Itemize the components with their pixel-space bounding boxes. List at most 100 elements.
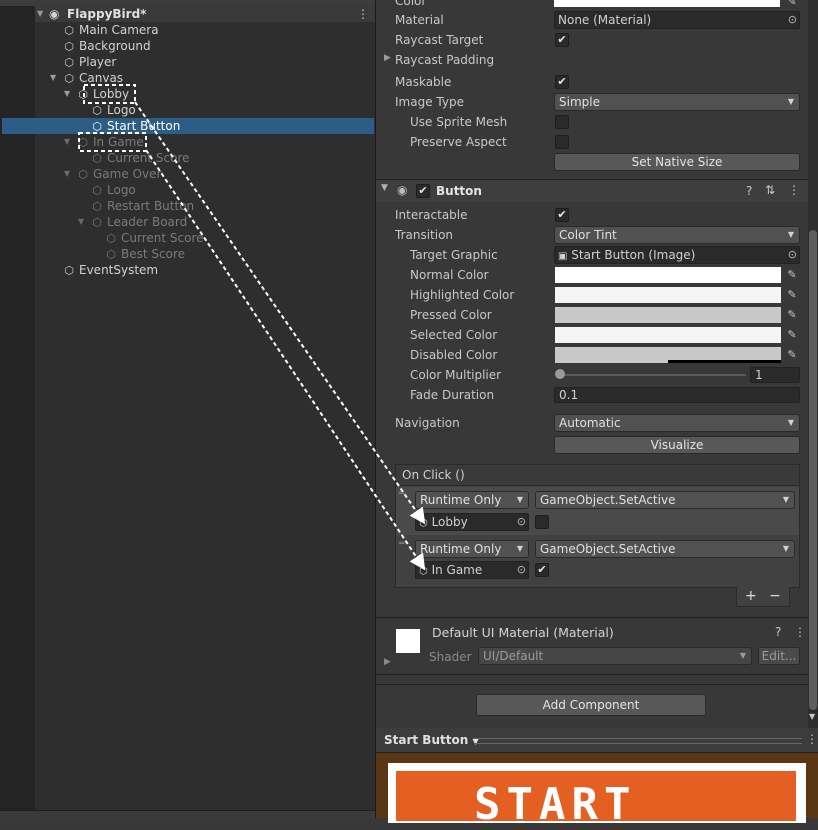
hierarchy-panel: ▼ ◉ FlappyBird* ⋮ ⬡ Main Camera ⬡ Backgrou… [0,0,375,819]
hierarchy-item-logo-2[interactable]: ⬡ Logo [90,182,136,198]
transition-value: Color Tint [559,228,617,242]
eyedropper-icon[interactable]: ✎ [784,327,800,343]
eyedropper-icon[interactable]: ✎ [784,267,800,283]
presets-icon[interactable]: ⇅ [765,183,775,197]
color-swatch[interactable] [554,0,780,7]
object-picker-icon[interactable]: ⊙ [517,514,526,530]
maskable-checkbox[interactable]: ✔ [555,75,569,89]
argument-checkbox[interactable] [535,515,549,529]
fade-duration-field[interactable]: 0.1 [554,387,800,403]
expand-triangle-icon[interactable]: ▼ [50,70,56,86]
hierarchy-item-leader-board[interactable]: ▼ ⬡ Leader Board [78,214,187,230]
item-label: Current Score [107,151,190,165]
selected-color-swatch[interactable] [555,327,781,343]
button-component-header[interactable]: ▼ ◉ ✔ Button ? ⇅ ⋮ [376,180,808,202]
use-sprite-mesh-checkbox[interactable] [555,115,569,129]
drag-handle-icon[interactable]: ═ [399,489,404,499]
runtime-mode-dropdown[interactable]: Runtime Only ▼ [415,491,529,509]
expand-triangle-icon[interactable]: ▼ [64,166,70,182]
slider-track[interactable] [560,374,746,376]
component-separator [376,617,808,618]
onclick-entry[interactable]: ═ Runtime Only ▼ GameObject.SetActive ▼ ⬡ … [396,537,799,583]
eyedropper-icon[interactable]: ✎ [784,0,800,10]
foldout-triangle-icon[interactable]: ▼ [381,183,388,193]
selected-color-label: Selected Color [410,328,498,342]
button-enabled-checkbox[interactable]: ✔ [416,184,430,198]
hierarchy-item-canvas[interactable]: ▼ ⬡ Canvas [50,70,123,86]
expand-triangle-icon[interactable]: ▼ [78,214,84,230]
object-picker-icon[interactable]: ⊙ [788,247,797,263]
preserve-aspect-checkbox[interactable] [555,135,569,149]
onclick-event-list: On Click () ═ Runtime Only ▼ GameObject.S… [395,464,800,588]
target-object-field[interactable]: ⬡ In Game ⊙ [415,561,529,579]
expand-triangle-icon[interactable]: ▼ [64,134,70,150]
hierarchy-item-main-camera[interactable]: ⬡ Main Camera [62,22,158,38]
object-picker-icon[interactable]: ⊙ [788,12,797,28]
eyedropper-icon[interactable]: ✎ [784,307,800,323]
set-native-size-button[interactable]: Set Native Size [554,153,800,171]
onclick-entry[interactable]: ═ Runtime Only ▼ GameObject.SetActive ▼ ⬡ … [396,487,799,535]
eyedropper-icon[interactable]: ✎ [784,347,800,363]
function-dropdown[interactable]: GameObject.SetActive ▼ [535,540,795,558]
scroll-down-arrow-icon[interactable]: ▼ [809,712,815,721]
runtime-mode-dropdown[interactable]: Runtime Only ▼ [415,540,529,558]
hierarchy-item-logo[interactable]: ⬡ Logo [90,102,136,118]
raycast-padding-label[interactable]: Raycast Padding [395,53,494,67]
scene-row[interactable]: ▼ ◉ FlappyBird* ⋮ [35,6,375,22]
raycast-target-checkbox[interactable]: ✔ [555,33,569,47]
transition-dropdown[interactable]: Color Tint ▼ [554,226,800,244]
remove-entry-button[interactable]: − [769,588,781,604]
object-picker-icon[interactable]: ⊙ [517,562,526,578]
more-vert-icon[interactable]: ⋮ [806,732,818,746]
hierarchy-item-start-button[interactable]: ⬡ Start Button [2,118,374,134]
color-label: Color [395,0,427,8]
interactable-checkbox[interactable]: ✔ [555,208,569,222]
hierarchy-item-in-game[interactable]: ▼ ⬡ In Game [64,134,144,150]
drag-handle-icon[interactable]: ═ [399,539,404,549]
hierarchy-item-lobby[interactable]: ▼ ⬡ Lobby [64,86,129,102]
button-component-title: Button [436,184,482,198]
hierarchy-item-best-score[interactable]: ⬡ Best Score [104,246,185,262]
shader-dropdown[interactable]: UI/Default ▼ [478,647,752,665]
hierarchy-item-current-score-2[interactable]: ⬡ Current Score [104,230,203,246]
slider-thumb[interactable] [555,369,565,379]
image-icon: ▣ [558,251,568,262]
image-type-dropdown[interactable]: Simple ▼ [554,93,800,111]
help-icon[interactable]: ? [746,184,752,198]
more-vert-icon[interactable]: ⋮ [788,183,800,197]
visualize-button[interactable]: Visualize [554,436,800,454]
target-graphic-field[interactable]: ▣ Start Button (Image) ⊙ [554,246,800,264]
color-multiplier-field[interactable]: 1 [750,367,800,383]
normal-color-swatch[interactable] [555,267,781,283]
add-component-button[interactable]: Add Component [476,694,706,716]
hierarchy-item-eventsystem[interactable]: ⬡ EventSystem [62,262,158,278]
expand-triangle-icon[interactable]: ▼ [37,6,43,22]
pressed-color-swatch[interactable] [555,307,781,323]
argument-checkbox[interactable]: ✔ [535,563,549,577]
expand-triangle-icon[interactable]: ▼ [64,86,70,102]
add-entry-button[interactable]: + [745,588,757,604]
function-dropdown[interactable]: GameObject.SetActive ▼ [535,491,795,509]
foldout-triangle-icon[interactable]: ▶ [384,53,391,63]
dropdown-arrow-icon: ▼ [782,495,789,504]
hierarchy-item-current-score[interactable]: ⬡ Current Score [90,150,190,166]
help-icon[interactable]: ? [775,625,781,639]
hierarchy-item-restart-button[interactable]: ⬡ Restart Button [90,198,194,214]
gameobject-icon: ⬡ [64,40,74,53]
target-object-field[interactable]: ⬡ Lobby ⊙ [415,513,529,531]
shader-edit-button[interactable]: Edit... [758,647,800,665]
scrollbar-thumb[interactable] [809,230,817,710]
material-field[interactable]: None (Material) ⊙ [554,11,800,29]
hierarchy-item-background[interactable]: ⬡ Background [62,38,150,54]
eyedropper-icon[interactable]: ✎ [784,287,800,303]
preview-title-dropdown[interactable]: Start Button ▼ [384,733,479,747]
hierarchy-item-game-over[interactable]: ▼ ⬡ Game Over [64,166,161,182]
drag-bar[interactable] [474,738,802,744]
foldout-triangle-icon[interactable]: ▶ [384,657,391,667]
target-object-value: In Game [431,563,483,577]
navigation-dropdown[interactable]: Automatic ▼ [554,414,800,432]
more-vert-icon[interactable]: ⋮ [794,625,806,639]
hierarchy-item-player[interactable]: ⬡ Player [62,54,116,70]
highlighted-color-swatch[interactable] [555,287,781,303]
more-vert-icon[interactable]: ⋮ [357,6,369,22]
